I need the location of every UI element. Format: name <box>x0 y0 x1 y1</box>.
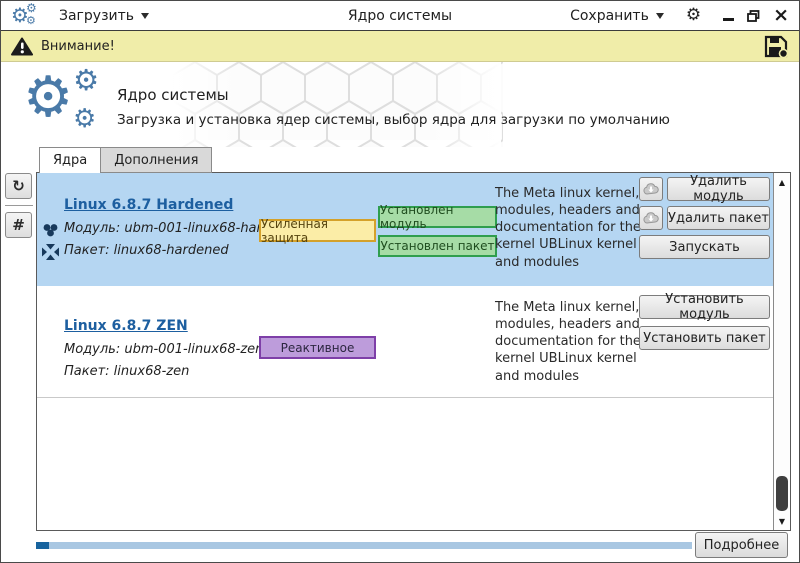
status-badges: Установлен модуль Установлен пакет <box>378 206 497 257</box>
maximize-button[interactable] <box>747 10 760 22</box>
warning-bar: Внимание! <box>1 31 799 62</box>
save-dropdown-label: Сохранить <box>570 8 649 24</box>
save-dropdown-button[interactable]: Сохранить <box>564 4 670 28</box>
kernel-list: Linux 6.8.7 Hardened Модуль: ubm-001-lin… <box>37 173 773 530</box>
installed-module-badge: Установлен модуль <box>378 206 497 228</box>
cloud-download-icon <box>642 211 660 225</box>
page-subtitle: Загрузка и установка ядер системы, выбор… <box>117 112 670 128</box>
minimize-icon <box>723 18 734 21</box>
hash-icon: # <box>12 216 25 234</box>
run-button[interactable]: Запускать <box>639 235 770 259</box>
tab-addons[interactable]: Дополнения <box>100 147 212 173</box>
install-package-button[interactable]: Установить пакет <box>639 326 770 350</box>
scrollbar[interactable]: ▲ ▼ <box>773 173 790 530</box>
toolbar-divider <box>5 205 33 206</box>
tab-bar: Ядра Дополнения <box>39 147 212 173</box>
gear-glyph: ⚙ <box>26 2 37 14</box>
kernel-list-panel: Linux 6.8.7 Hardened Модуль: ubm-001-lin… <box>36 172 791 531</box>
download-module-button[interactable] <box>639 177 663 201</box>
progress-fill <box>36 542 49 549</box>
app-gears-icon: ⚙ ⚙ ⚙ <box>11 3 45 29</box>
warning-text: Внимание! <box>41 39 115 54</box>
kernel-actions: Удалить модуль Удалить пакет Запускать <box>639 177 770 259</box>
cloud-download-icon <box>642 182 660 196</box>
save-file-icon[interactable] <box>764 35 789 58</box>
installed-package-badge: Установлен пакет <box>378 235 497 257</box>
minimize-button[interactable] <box>723 10 734 21</box>
remove-package-button[interactable]: Удалить пакет <box>667 206 770 230</box>
progress-bar <box>36 542 692 549</box>
install-module-button[interactable]: Установить модуль <box>639 295 770 319</box>
feature-tag-badge: Усиленная защита <box>259 219 376 242</box>
scrollbar-thumb[interactable] <box>776 476 788 511</box>
kernel-package-label: Пакет: linux68-zen <box>64 364 189 379</box>
hero-gears-icon: ⚙ ⚙ ⚙ <box>23 70 115 140</box>
chevron-down-icon <box>656 13 664 23</box>
hash-button[interactable]: # <box>5 212 32 238</box>
side-toolbar: ↻ # <box>5 173 33 238</box>
gear-glyph: ⚙ <box>26 15 36 26</box>
scroll-down-button[interactable]: ▼ <box>774 513 790 529</box>
load-dropdown-label: Загрузить <box>59 8 134 24</box>
scroll-up-button[interactable]: ▲ <box>774 174 790 190</box>
gear-glyph: ⚙ <box>73 106 96 132</box>
kernel-package-label: Пакет: linux68-hardened <box>64 243 229 258</box>
hexagon-pattern <box>173 62 503 147</box>
warning-triangle-icon <box>11 37 33 56</box>
app-window: ⚙ ⚙ ⚙ Загрузить Ядро системы Сохранить ⚙ <box>0 0 800 563</box>
remove-module-button[interactable]: Удалить модуль <box>667 177 770 201</box>
module-icon <box>42 223 59 237</box>
close-button[interactable]: × <box>773 6 789 25</box>
gear-glyph: ⚙ <box>23 70 73 126</box>
hero-header: ⚙ ⚙ ⚙ Ядро системы Загрузка и установка … <box>1 62 799 147</box>
gear-glyph: ⚙ <box>73 66 99 95</box>
package-icon <box>42 244 59 260</box>
kernel-row[interactable]: Linux 6.8.7 Hardened Модуль: ubm-001-lin… <box>37 173 773 286</box>
refresh-button[interactable]: ↻ <box>5 173 32 199</box>
kernel-name-link[interactable]: Linux 6.8.7 Hardened <box>64 197 233 213</box>
load-dropdown-button[interactable]: Загрузить <box>53 4 155 28</box>
kernel-name-link[interactable]: Linux 6.8.7 ZEN <box>64 318 188 334</box>
kernel-description: The Meta linux kernel, modules, headers … <box>495 299 650 385</box>
close-icon: × <box>773 6 789 25</box>
settings-gear-icon[interactable]: ⚙ <box>686 7 701 24</box>
kernel-actions: Установить модуль Установить пакет <box>639 295 770 350</box>
titlebar: ⚙ ⚙ ⚙ Загрузить Ядро системы Сохранить ⚙ <box>1 1 799 31</box>
tab-kernels[interactable]: Ядра <box>39 147 101 173</box>
kernel-description: The Meta linux kernel, modules, headers … <box>495 185 650 271</box>
restore-icon <box>747 10 760 22</box>
feature-tag-badge: Реактивное <box>259 336 376 359</box>
details-button[interactable]: Подробнее <box>695 532 788 558</box>
chevron-down-icon <box>141 13 149 23</box>
kernel-module-label: Модуль: ubm-001-linux68-zen <box>64 342 263 357</box>
page-title: Ядро системы <box>117 86 229 104</box>
refresh-icon: ↻ <box>12 177 25 195</box>
download-package-button[interactable] <box>639 206 663 230</box>
kernel-row[interactable]: Linux 6.8.7 ZEN Модуль: ubm-001-linux68-… <box>37 286 773 398</box>
kernel-module-label: Модуль: ubm-001-linux68-hard... <box>64 221 283 236</box>
